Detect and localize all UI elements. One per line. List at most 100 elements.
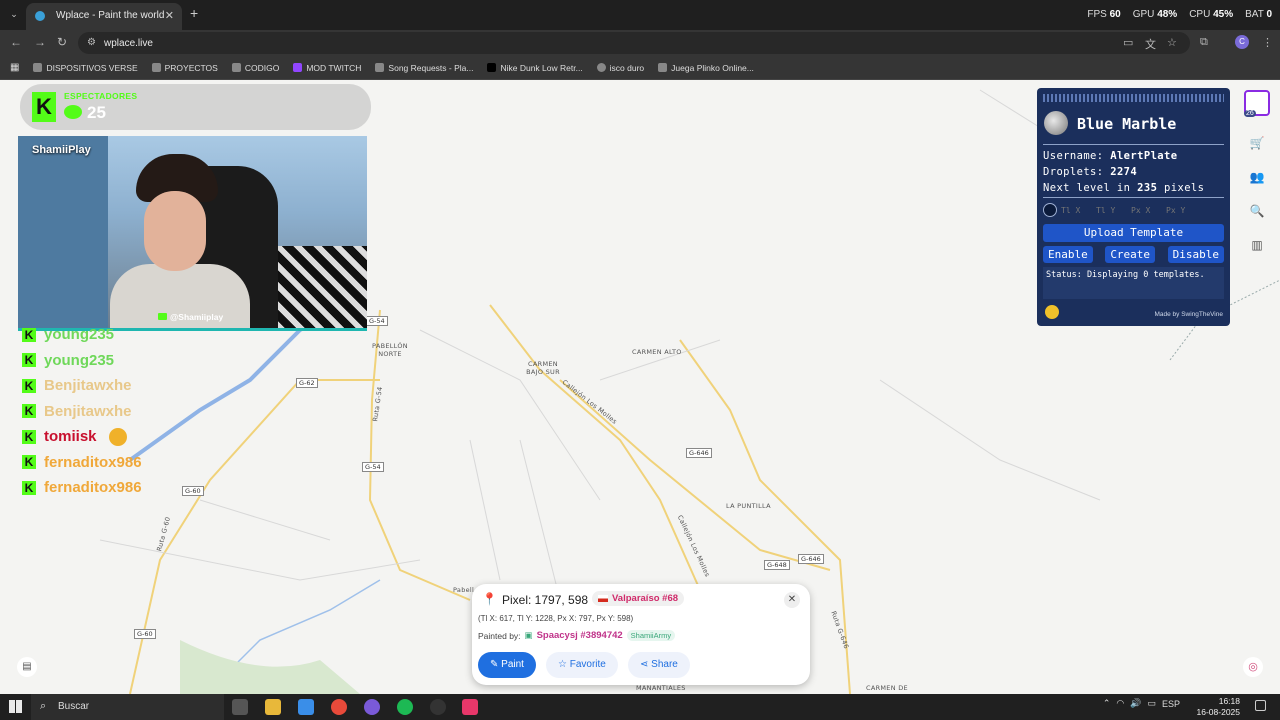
translate-icon[interactable]: 文	[1145, 36, 1156, 52]
back-arrow-icon[interactable]: ←	[10, 35, 22, 49]
painter-name[interactable]: Spaacysj #3894742	[537, 630, 623, 641]
status-box: Status: Displaying 0 templates.	[1043, 267, 1224, 299]
tab-wplace[interactable]: Wplace - Paint the world ✕	[26, 3, 182, 30]
disable-button[interactable]: Disable	[1167, 246, 1224, 263]
obs-icon[interactable]	[430, 699, 446, 715]
droplets-line: Droplets: 2274	[1043, 166, 1138, 178]
cart-icon[interactable]: 🛒	[1246, 132, 1268, 154]
map-label: CARMEN BAJO SUR	[526, 360, 560, 376]
map-label: LA PUNTILLA	[726, 502, 771, 510]
bookmark-item[interactable]: PROYECTOS	[151, 63, 218, 73]
users-icon[interactable]: 👥	[1246, 166, 1268, 188]
taskbar-search[interactable]: ⌕ Buscar	[31, 694, 224, 720]
leaderboard-icon[interactable]: ▥	[1246, 234, 1268, 256]
perf-gpu: GPU 48%	[1132, 9, 1178, 20]
chrome-icon[interactable]	[331, 699, 347, 715]
drag-handle[interactable]	[1043, 94, 1224, 102]
battery-icon[interactable]: ▭	[1147, 698, 1156, 709]
next-level-line: Next level in 235 pixels	[1043, 182, 1205, 194]
bookmark-item[interactable]: Song Requests - Pla...	[375, 63, 473, 73]
site-info-icon[interactable]: ⚙	[87, 37, 96, 48]
pixel-info-popup: 📍 Pixel: 1797, 598 Valparaíso #68 ✕ (Tl …	[472, 584, 810, 685]
volume-icon[interactable]: 🔊	[1130, 698, 1141, 709]
share-button[interactable]: ⋖ Share	[628, 652, 690, 678]
viewers-widget: K ESPECTADORES 25	[20, 84, 371, 130]
apps-grid-icon[interactable]: ▦	[10, 62, 19, 73]
region-badge[interactable]: Valparaíso #68	[592, 591, 685, 606]
tile-x-input[interactable]	[1061, 203, 1092, 217]
globe-icon[interactable]	[1044, 111, 1068, 135]
map-label: MANANTIALES	[636, 684, 686, 692]
pixel-y-input[interactable]	[1166, 203, 1197, 217]
bookmark-item[interactable]: Juega Plinko Online...	[658, 63, 754, 73]
bookmark-item[interactable]: Nike Dunk Low Retr...	[487, 63, 583, 73]
chat-message: Kyoung235	[22, 348, 352, 374]
close-icon[interactable]: ✕	[784, 592, 800, 608]
coordinate-inputs	[1043, 203, 1197, 217]
bookmarks-bar: ▦ DISPOSITIVOS VERSE PROYECTOS CODIGO MO…	[0, 56, 1280, 80]
file-explorer-icon[interactable]	[265, 699, 281, 715]
menu-icon[interactable]: ⋮	[1262, 36, 1273, 49]
chat-username: Benjitawxhe	[44, 377, 132, 395]
tab-search-icon[interactable]: ⌄	[6, 6, 22, 22]
task-view-icon[interactable]	[232, 699, 248, 715]
bookmark-item[interactable]: DISPOSITIVOS VERSE	[33, 63, 138, 73]
chat-message: Kfernaditox986	[22, 475, 352, 501]
wifi-icon[interactable]: ◠	[1116, 698, 1124, 709]
bookmark-item[interactable]: isco duro	[596, 63, 644, 73]
star-icon: ☆	[558, 659, 570, 670]
close-tab-icon[interactable]: ✕	[165, 9, 174, 22]
perf-bat: BAT 0	[1245, 9, 1272, 20]
forward-arrow-icon[interactable]: →	[34, 35, 46, 49]
road-badge: G-60	[134, 629, 156, 639]
create-button[interactable]: Create	[1105, 246, 1156, 263]
extensions-icon[interactable]: ⧉	[1200, 36, 1208, 49]
chat-username: tomiisk	[44, 428, 97, 446]
bookmark-item[interactable]: MOD TWITCH	[293, 63, 361, 73]
tile-y-input[interactable]	[1096, 203, 1127, 217]
browser-toolbar: ← → ↻ ⚙ wplace.live ▭ 文 ☆ ⧉ C ⋮	[0, 30, 1280, 56]
copilot-icon[interactable]	[298, 699, 314, 715]
tiktok-icon[interactable]	[462, 699, 478, 715]
map-label: CARMEN DE	[866, 684, 908, 692]
coin-icon[interactable]	[1045, 305, 1059, 319]
search-map-icon[interactable]: 🔍	[1246, 200, 1268, 222]
search-icon: ⌕	[40, 700, 47, 712]
level-badge[interactable]: 26	[1244, 90, 1270, 117]
map-label: CARMEN ALTO	[632, 348, 682, 356]
pixel-x-input[interactable]	[1131, 203, 1162, 217]
chevron-up-icon[interactable]: ⌃	[1103, 698, 1111, 709]
chat-username: fernaditox986	[44, 479, 142, 497]
spotify-icon[interactable]	[397, 699, 413, 715]
language-indicator[interactable]: ESP	[1162, 699, 1180, 709]
share-icon: ⋖	[640, 659, 652, 670]
upload-template-button[interactable]: Upload Template	[1043, 224, 1224, 242]
chat-username: young235	[44, 326, 115, 344]
viewers-label: ESPECTADORES	[64, 91, 138, 101]
info-icon[interactable]: ▤	[17, 657, 37, 677]
app-icon[interactable]	[364, 699, 380, 715]
paint-button[interactable]: ✎ Paint	[478, 652, 536, 678]
bookmark-star-icon[interactable]: ☆	[1167, 36, 1177, 49]
pin-location-icon[interactable]	[1043, 203, 1057, 217]
system-tray: ⌃ ◠ 🔊 ▭ ESP	[1103, 698, 1180, 709]
level-number: 26	[1244, 110, 1256, 117]
profile-avatar[interactable]: C	[1235, 35, 1249, 49]
new-tab-button[interactable]: +	[190, 5, 198, 21]
favorite-button[interactable]: ☆ Favorite	[546, 652, 618, 678]
windows-start-icon[interactable]	[9, 700, 22, 713]
road-badge: G-646	[686, 448, 712, 458]
chat-username: fernaditox986	[44, 453, 142, 471]
locate-icon[interactable]: ◎	[1243, 657, 1263, 677]
install-app-icon[interactable]: ▭	[1123, 36, 1133, 49]
performance-overlay: FPS 60 GPU 48% CPU 45% BAT 0	[1087, 9, 1272, 20]
notification-icon[interactable]	[1255, 700, 1266, 711]
road-badge: G-54	[362, 462, 384, 472]
webcam-overlay: ShamiiPlay @Shamiiplay	[18, 136, 367, 331]
reload-icon[interactable]: ↻	[57, 35, 67, 49]
enable-button[interactable]: Enable	[1043, 246, 1093, 263]
bookmark-item[interactable]: CODIGO	[231, 63, 279, 73]
address-bar[interactable]: ⚙ wplace.live	[78, 32, 1190, 54]
clock[interactable]: 16:18 16-08-2025	[1197, 696, 1240, 718]
chat-message: Ktomiisk	[22, 424, 352, 450]
